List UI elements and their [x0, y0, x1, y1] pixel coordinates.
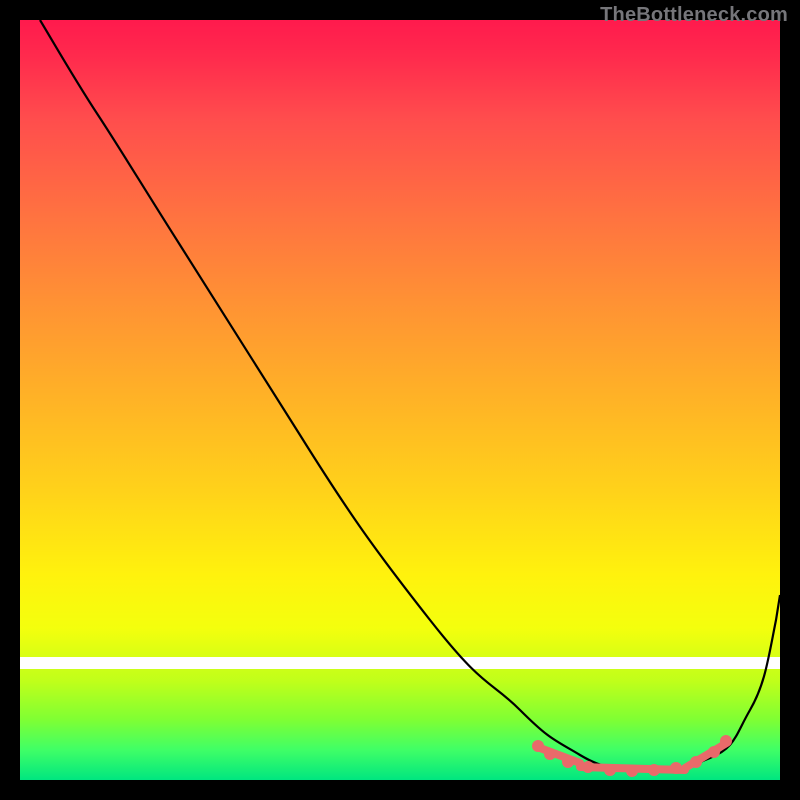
marker-dot	[670, 762, 682, 774]
marker-right-slope	[685, 744, 725, 768]
marker-left-slope	[540, 748, 580, 763]
marker-dot	[532, 740, 544, 752]
bottleneck-chart	[20, 20, 780, 780]
watermark-label: TheBottleneck.com	[600, 4, 788, 27]
marker-dot	[626, 765, 638, 777]
marker-dot	[708, 746, 720, 758]
marker-dot	[582, 761, 594, 773]
marker-dot	[562, 756, 574, 768]
marker-dot	[604, 764, 616, 776]
marker-dot	[720, 735, 732, 747]
marker-dot	[648, 764, 660, 776]
marker-dot	[690, 756, 702, 768]
marker-flat	[580, 767, 685, 770]
marker-dot	[544, 748, 556, 760]
neutral-band	[20, 657, 780, 669]
